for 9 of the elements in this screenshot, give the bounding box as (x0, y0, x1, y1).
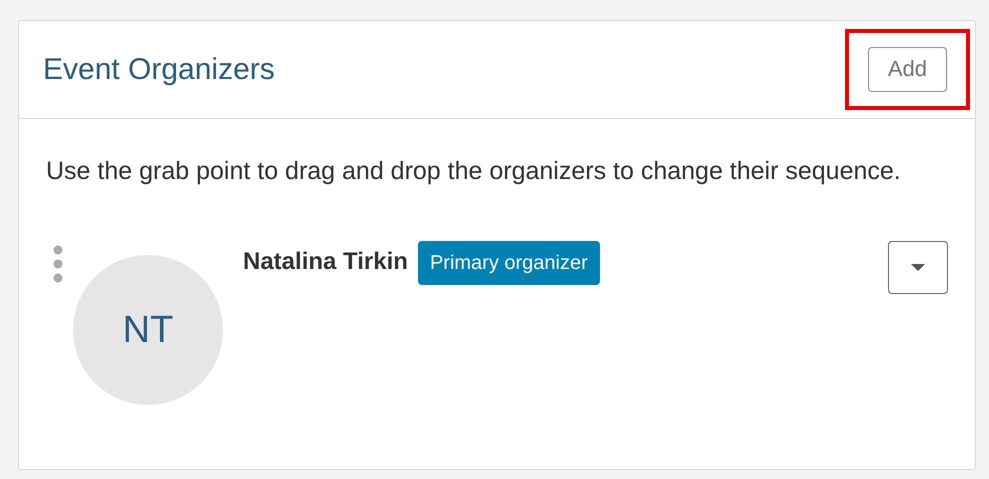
primary-organizer-badge: Primary organizer (418, 241, 600, 286)
instruction-text: Use the grab point to drag and drop the organizers to change their sequence. (46, 156, 902, 187)
avatar: NT (73, 255, 223, 406)
panel-title: Event Organizers (43, 52, 275, 88)
add-button[interactable]: Add (868, 47, 947, 92)
grab-handle-icon[interactable] (53, 245, 63, 284)
organizer-name: Natalina Tirkin (243, 247, 408, 278)
caret-icon (911, 264, 925, 272)
dropdown-button[interactable] (888, 241, 948, 294)
